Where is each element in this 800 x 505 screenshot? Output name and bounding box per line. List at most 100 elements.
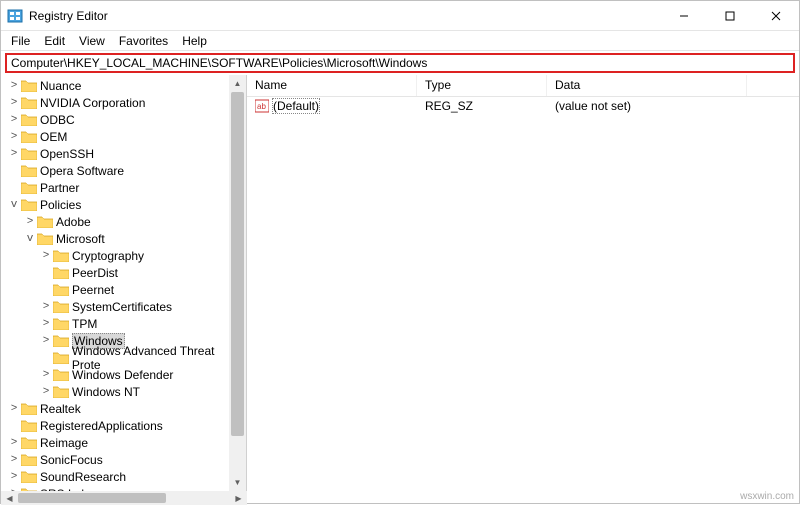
- tree-horizontal-scrollbar[interactable]: ◀ ▶: [1, 491, 247, 505]
- tree-item-label: Realtek: [40, 402, 81, 416]
- value-row[interactable]: ab(Default)REG_SZ(value not set): [247, 97, 799, 115]
- chevron-down-icon[interactable]: v: [23, 233, 37, 245]
- menu-favorites[interactable]: Favorites: [113, 33, 174, 49]
- values-header: Name Type Data: [247, 75, 799, 97]
- value-data-cell: (value not set): [547, 99, 747, 113]
- folder-icon: [37, 215, 53, 228]
- tree-item-label: PeerDist: [72, 266, 118, 280]
- chevron-right-icon[interactable]: >: [7, 454, 21, 466]
- registry-tree[interactable]: >Nuance>NVIDIA Corporation>ODBC>OEM>Open…: [1, 75, 246, 491]
- hscroll-track[interactable]: [18, 491, 230, 505]
- menu-edit[interactable]: Edit: [38, 33, 71, 49]
- menu-help[interactable]: Help: [176, 33, 213, 49]
- chevron-right-icon[interactable]: >: [23, 216, 37, 228]
- close-button[interactable]: [753, 1, 799, 31]
- titlebar: Registry Editor: [1, 1, 799, 31]
- folder-icon: [53, 249, 69, 262]
- tree-item-label: Partner: [40, 181, 79, 195]
- tree-item-label: Opera Software: [40, 164, 124, 178]
- chevron-right-icon[interactable]: >: [7, 403, 21, 415]
- tree-item[interactable]: > Realtek: [3, 400, 246, 417]
- chevron-right-icon[interactable]: >: [7, 148, 21, 160]
- address-input[interactable]: [5, 53, 795, 73]
- minimize-button[interactable]: [661, 1, 707, 31]
- watermark: wsxwin.com: [740, 491, 794, 502]
- chevron-right-icon[interactable]: >: [7, 437, 21, 449]
- tree-item-label: ODBC: [40, 113, 75, 127]
- tree-item[interactable]: > ODBC: [3, 111, 246, 128]
- tree-item-label: Windows NT: [72, 385, 140, 399]
- tree-item[interactable]: >Windows Advanced Threat Prote: [3, 349, 246, 366]
- chevron-right-icon[interactable]: >: [7, 97, 21, 109]
- tree-item[interactable]: >PeerDist: [3, 264, 246, 281]
- folder-icon: [53, 385, 69, 398]
- window-title: Registry Editor: [29, 9, 661, 23]
- tree-item-label: OpenSSH: [40, 147, 94, 161]
- tree-item[interactable]: >Peernet: [3, 281, 246, 298]
- tree-item[interactable]: >Opera Software: [3, 162, 246, 179]
- chevron-right-icon[interactable]: >: [39, 250, 53, 262]
- main-pane: >Nuance>NVIDIA Corporation>ODBC>OEM>Open…: [1, 75, 799, 491]
- folder-icon: [21, 436, 37, 449]
- chevron-right-icon[interactable]: >: [7, 114, 21, 126]
- chevron-right-icon[interactable]: >: [7, 80, 21, 92]
- values-list[interactable]: ab(Default)REG_SZ(value not set): [247, 97, 799, 491]
- tree-item[interactable]: >Partner: [3, 179, 246, 196]
- tree-item-label: SonicFocus: [40, 453, 103, 467]
- tree-item-label: Policies: [40, 198, 81, 212]
- tree-item[interactable]: > Windows NT: [3, 383, 246, 400]
- scroll-thumb[interactable]: [231, 92, 244, 436]
- tree-item[interactable]: >RegisteredApplications: [3, 417, 246, 434]
- tree-item[interactable]: > OpenSSH: [3, 145, 246, 162]
- scroll-left-button[interactable]: ◀: [1, 491, 18, 505]
- tree-item[interactable]: >OEM: [3, 128, 246, 145]
- tree-item[interactable]: >SoundResearch: [3, 468, 246, 485]
- tree-item[interactable]: >SystemCertificates: [3, 298, 246, 315]
- hscroll-thumb[interactable]: [18, 493, 166, 503]
- scroll-up-button[interactable]: ▲: [229, 75, 246, 92]
- scroll-track[interactable]: [229, 92, 246, 474]
- folder-icon: [53, 300, 69, 313]
- folder-icon: [53, 334, 69, 347]
- scroll-down-button[interactable]: ▼: [229, 474, 246, 491]
- menu-view[interactable]: View: [73, 33, 111, 49]
- chevron-right-icon[interactable]: >: [39, 335, 53, 347]
- values-pane: Name Type Data ab(Default)REG_SZ(value n…: [247, 75, 799, 491]
- chevron-right-icon[interactable]: >: [39, 386, 53, 398]
- tree-item[interactable]: v Policies: [3, 196, 246, 213]
- maximize-button[interactable]: [707, 1, 753, 31]
- tree-item[interactable]: > SonicFocus: [3, 451, 246, 468]
- tree-item[interactable]: >NVIDIA Corporation: [3, 94, 246, 111]
- tree-item[interactable]: >Adobe: [3, 213, 246, 230]
- tree-item-label: Microsoft: [56, 232, 105, 246]
- chevron-right-icon[interactable]: >: [39, 318, 53, 330]
- chevron-right-icon[interactable]: >: [39, 369, 53, 381]
- chevron-down-icon[interactable]: v: [7, 199, 21, 211]
- scroll-right-button[interactable]: ▶: [230, 491, 247, 505]
- tree-item-label: Windows Defender: [72, 368, 173, 382]
- tree-item[interactable]: v Microsoft: [3, 230, 246, 247]
- tree-item[interactable]: >Cryptography: [3, 247, 246, 264]
- tree-vertical-scrollbar[interactable]: ▲ ▼: [229, 75, 246, 491]
- folder-icon: [21, 419, 37, 432]
- tree-item-label: RegisteredApplications: [40, 419, 163, 433]
- tree-item[interactable]: >Reimage: [3, 434, 246, 451]
- folder-icon: [21, 470, 37, 483]
- tree-item[interactable]: >TPM: [3, 315, 246, 332]
- chevron-right-icon[interactable]: >: [7, 131, 21, 143]
- folder-icon: [21, 130, 37, 143]
- chevron-right-icon[interactable]: >: [39, 301, 53, 313]
- folder-icon: [21, 147, 37, 160]
- folder-icon: [21, 96, 37, 109]
- folder-icon: [21, 198, 37, 211]
- regedit-icon: [7, 8, 23, 24]
- folder-icon: [53, 266, 69, 279]
- folder-icon: [53, 283, 69, 296]
- chevron-right-icon[interactable]: >: [7, 471, 21, 483]
- column-data[interactable]: Data: [547, 75, 747, 96]
- tree-item[interactable]: >Nuance: [3, 77, 246, 94]
- column-name[interactable]: Name: [247, 75, 417, 96]
- column-type[interactable]: Type: [417, 75, 547, 96]
- folder-icon: [53, 317, 69, 330]
- menu-file[interactable]: File: [5, 33, 36, 49]
